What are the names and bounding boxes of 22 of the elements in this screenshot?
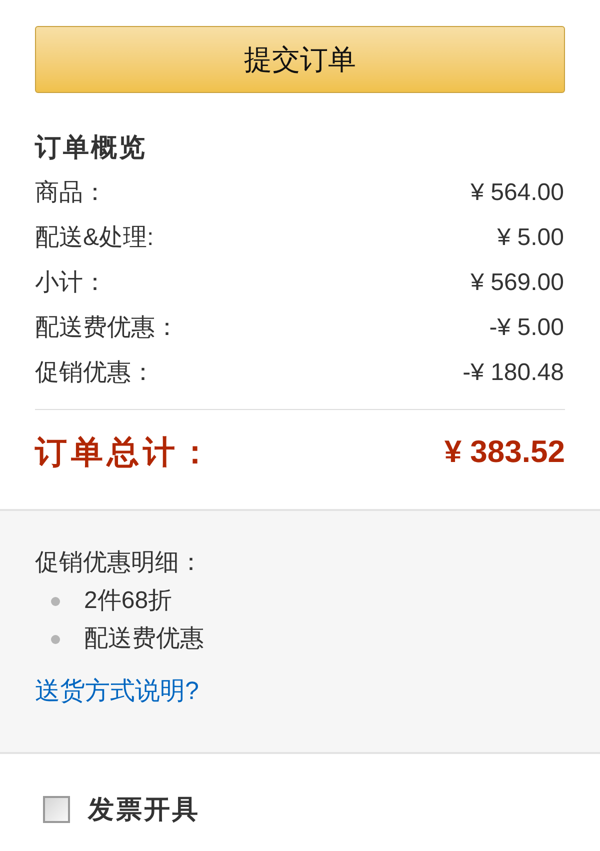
bullet-icon (51, 596, 60, 606)
order-total-amount: ¥ 383.52 (444, 433, 565, 471)
summary-label: 促销优惠： (35, 358, 155, 388)
invoice-label: 发票开具 (88, 793, 200, 826)
summary-amount: ¥ 569.00 (470, 268, 565, 298)
summary-label: 配送费优惠： (35, 312, 179, 342)
delivery-info-link[interactable]: 送货方式说明? (35, 672, 199, 710)
summary-label: 小计： (35, 268, 107, 298)
summary-amount: ¥ 564.00 (470, 178, 565, 208)
bullet-icon (51, 634, 60, 644)
summary-amount: ¥ 5.00 (497, 222, 565, 252)
promotion-item: 配送费优惠 (84, 624, 204, 654)
summary-label: 商品： (35, 178, 107, 208)
summary-amount: -¥ 180.48 (462, 358, 565, 388)
order-total-label: 订单总计： (35, 433, 215, 472)
submit-order-button[interactable]: 提交订单 (35, 26, 565, 93)
invoice-checkbox[interactable] (43, 796, 70, 822)
summary-amount: -¥ 5.00 (489, 312, 565, 342)
promotion-details-title: 促销优惠明细： (35, 548, 204, 578)
order-summary-title: 订单概览 (35, 131, 148, 164)
promotion-item: 2件68折 (84, 586, 172, 616)
summary-label: 配送&处理: (35, 222, 154, 252)
